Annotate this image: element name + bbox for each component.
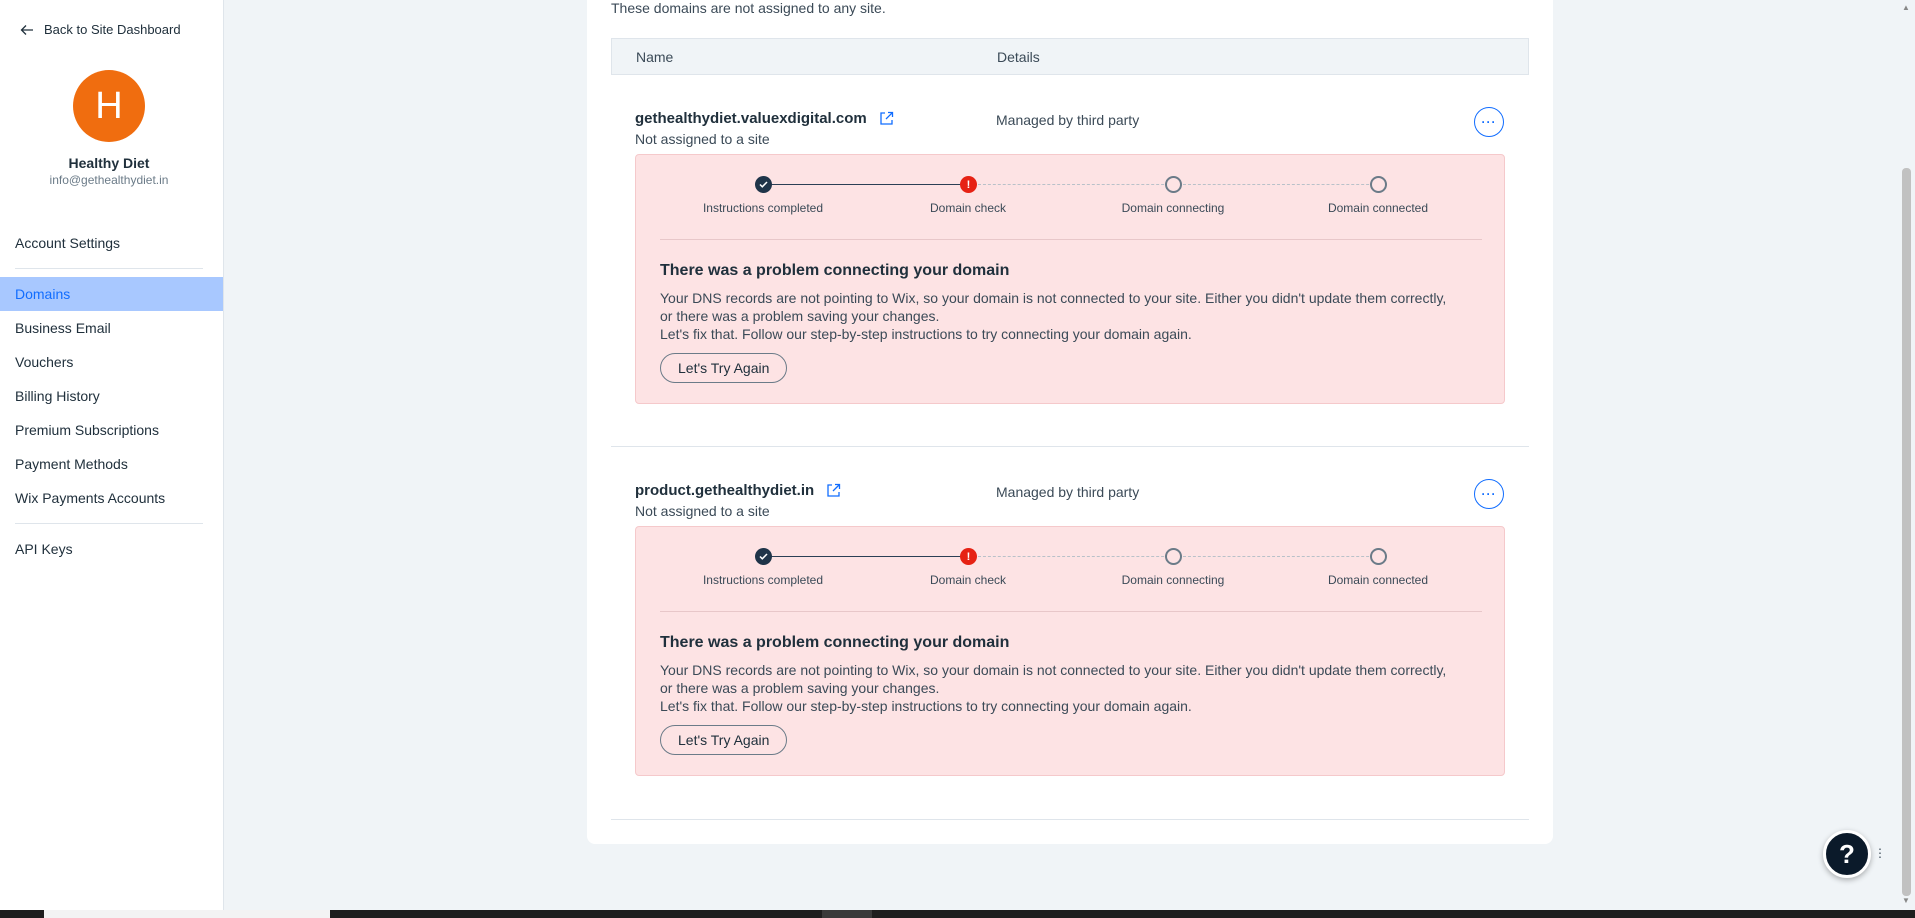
domains-card: These domains are not assigned to any si… [587, 0, 1553, 844]
more-actions-button[interactable]: ··· [1474, 479, 1504, 509]
sidebar-item-domains[interactable]: Domains [0, 277, 223, 311]
panel-divider [660, 239, 1482, 240]
arrow-left-icon [20, 24, 33, 35]
problem-description: Your DNS records are not pointing to Wix… [660, 661, 1460, 715]
step-connector [764, 556, 969, 557]
back-link-label: Back to Site Dashboard [44, 22, 181, 37]
try-again-button[interactable]: Let's Try Again [660, 725, 788, 755]
scroll-down-arrow-icon[interactable]: ▼ [1902, 896, 1910, 905]
os-taskbar [0, 910, 1915, 918]
step-connector [978, 556, 1174, 557]
problem-line: Let's fix that. Follow our step-by-step … [660, 698, 1192, 714]
step-connector [764, 184, 969, 185]
sidebar-item-account-settings[interactable]: Account Settings [0, 226, 223, 260]
problem-title: There was a problem connecting your doma… [660, 262, 1010, 279]
domain-name: product.gethealthydiet.in [635, 482, 841, 499]
empty-step-icon [1165, 548, 1182, 565]
external-link-icon[interactable] [826, 483, 841, 498]
more-actions-button[interactable]: ··· [1474, 107, 1504, 137]
connection-error-panel: ! Instructions completed Domain check Do… [635, 526, 1505, 776]
alert-icon: ! [960, 548, 977, 565]
profile-name: Healthy Diet [68, 155, 150, 171]
alert-icon: ! [960, 176, 977, 193]
row-divider [611, 446, 1529, 447]
empty-step-icon [1370, 176, 1387, 193]
avatar: H [73, 70, 145, 142]
column-header-name: Name [636, 49, 674, 65]
domain-status: Not assigned to a site [635, 503, 770, 519]
step-label: Instructions completed [702, 201, 824, 215]
empty-step-icon [1165, 176, 1182, 193]
step-connector [1183, 556, 1379, 557]
domain-details: Managed by third party [996, 484, 1140, 500]
column-header-details: Details [997, 49, 1040, 65]
problem-line: Your DNS records are not pointing to Wix… [660, 662, 1447, 696]
back-to-dashboard-link[interactable]: Back to Site Dashboard [20, 22, 181, 37]
profile-email: info@gethealthydiet.in [49, 173, 169, 187]
problem-description: Your DNS records are not pointing to Wix… [660, 289, 1460, 343]
sidebar-item-payment-methods[interactable]: Payment Methods [0, 447, 223, 481]
try-again-button[interactable]: Let's Try Again [660, 353, 788, 383]
step-label: Domain connected [1327, 201, 1429, 215]
taskbar-app[interactable] [44, 910, 330, 918]
sidebar-item-premium-subscriptions[interactable]: Premium Subscriptions [0, 413, 223, 447]
step-label: Instructions completed [702, 573, 824, 587]
sidebar-item-api-keys[interactable]: API Keys [0, 532, 223, 566]
scrollbar-thumb[interactable] [1902, 168, 1911, 896]
domain-name-text: gethealthydiet.valuexdigital.com [635, 110, 867, 127]
sidebar-item-wix-payments-accounts[interactable]: Wix Payments Accounts [0, 481, 223, 515]
connection-error-panel: ! Instructions completed Domain check Do… [635, 154, 1505, 404]
problem-line: Let's fix that. Follow our step-by-step … [660, 326, 1192, 342]
domain-details: Managed by third party [996, 112, 1140, 128]
empty-step-icon [1370, 548, 1387, 565]
step-label: Domain check [929, 201, 1007, 215]
sidebar-item-vouchers[interactable]: Vouchers [0, 345, 223, 379]
check-icon [755, 548, 772, 565]
step-label: Domain check [929, 573, 1007, 587]
sidebar: Back to Site Dashboard H Healthy Diet in… [0, 0, 224, 910]
sidebar-item-billing-history[interactable]: Billing History [0, 379, 223, 413]
external-link-icon[interactable] [879, 111, 894, 126]
step-connector [1183, 184, 1379, 185]
table-header: Name Details [611, 38, 1529, 75]
nav-divider [15, 523, 203, 524]
taskbar-app[interactable] [822, 910, 872, 918]
row-divider [611, 819, 1529, 820]
domains-intro-text: These domains are not assigned to any si… [611, 0, 886, 16]
problem-title: There was a problem connecting your doma… [660, 634, 1010, 651]
drag-handle-icon[interactable]: ⋮ [1874, 846, 1886, 860]
page-scrollbar[interactable]: ▲ ▼ [1898, 0, 1915, 910]
domain-status: Not assigned to a site [635, 131, 770, 147]
nav-divider [15, 268, 203, 269]
step-label: Domain connected [1327, 573, 1429, 587]
step-connector [978, 184, 1174, 185]
connection-stepper: ! Instructions completed Domain check Do… [636, 155, 1506, 240]
step-label: Domain connecting [1121, 573, 1225, 587]
connection-stepper: ! Instructions completed Domain check Do… [636, 527, 1506, 612]
help-button[interactable]: ? [1823, 830, 1871, 878]
domain-name: gethealthydiet.valuexdigital.com [635, 110, 894, 127]
sidebar-item-business-email[interactable]: Business Email [0, 311, 223, 345]
scroll-up-arrow-icon[interactable]: ▲ [1902, 3, 1910, 12]
check-icon [755, 176, 772, 193]
domain-name-text: product.gethealthydiet.in [635, 482, 815, 499]
sidebar-nav: Account Settings Domains Business Email … [0, 226, 223, 566]
problem-line: Your DNS records are not pointing to Wix… [660, 290, 1447, 324]
panel-divider [660, 611, 1482, 612]
step-label: Domain connecting [1121, 201, 1225, 215]
